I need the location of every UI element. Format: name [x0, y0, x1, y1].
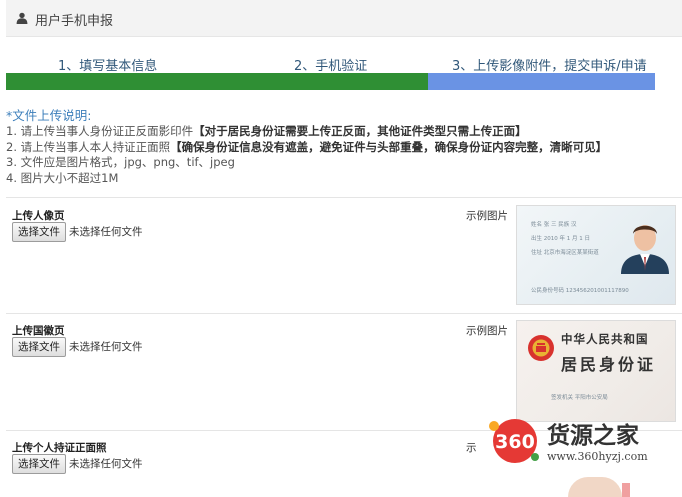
sample-image-holding-id [568, 477, 622, 497]
file-status: 未选择任何文件 [69, 226, 143, 238]
card-country-text: 中华人民共和国 [561, 332, 649, 346]
file-status: 未选择任何文件 [69, 341, 143, 353]
sample-image-id-back: 中华人民共和国 居民身份证 签发机关 平阳市公安局 [516, 320, 676, 422]
choose-file-button[interactable]: 选择文件 [12, 222, 66, 242]
page-header: 用户手机申报 [6, 0, 682, 37]
progress-current-step [428, 73, 655, 90]
choose-file-button[interactable]: 选择文件 [12, 454, 66, 474]
step-indicator: 1、填写基本信息 2、手机验证 3、上传影像附件，提交申诉/申请 [6, 55, 682, 74]
watermark: 360 货源之家 www.360hyzj.com [487, 416, 677, 468]
watermark-logo-icon: 360 [489, 419, 539, 463]
card-title-text: 居民身份证 [561, 355, 657, 374]
progress-bar [6, 73, 655, 90]
instruction-1: 1. 请上传当事人身份证正反面影印件【对于居民身份证需要上传正反面，其他证件类型… [6, 124, 527, 138]
step-1-label: 1、填写基本信息 [58, 59, 158, 74]
divider [6, 197, 682, 198]
portrait-photo-icon [621, 225, 669, 274]
sample-label: 示例图片 [466, 210, 508, 222]
divider [6, 313, 682, 314]
watermark-badge-text: 360 [495, 431, 535, 453]
choose-file-button[interactable]: 选择文件 [12, 337, 66, 357]
upload-holding-id-label: 上传个人持证正面照 [12, 442, 107, 454]
step-3-label: 3、上传影像附件，提交申诉/申请 [452, 59, 647, 74]
sample-image-edge [622, 483, 630, 497]
sample-image-id-front: 姓名 张 三 民族 汉 出生 2010 年 1 月 1 日 住址 北京市海淀区某… [516, 205, 676, 305]
watermark-title: 货源之家 [547, 423, 639, 449]
progress-completed [6, 73, 428, 90]
instruction-2: 2. 请上传当事人本人持证正面照【确保身份证信息没有遮盖，避免证件与头部重叠，确… [6, 139, 608, 154]
watermark-url: www.360hyzj.com [547, 450, 648, 463]
instruction-3: 3. 文件应是图片格式，jpg、png、tif、jpeg [6, 155, 235, 169]
instructions-heading: *文件上传说明: [6, 108, 92, 123]
sample-label: 示例图片 [466, 325, 508, 337]
user-icon [16, 12, 28, 24]
file-status: 未选择任何文件 [69, 458, 143, 470]
upload-instructions: *文件上传说明: 1. 请上传当事人身份证正反面影印件【对于居民身份证需要上传正… [6, 108, 676, 186]
upload-emblem-label: 上传国徽页 [12, 325, 65, 337]
sample-label: 示 [466, 442, 477, 454]
instruction-4: 4. 图片大小不超过1M [6, 170, 119, 185]
page-title: 用户手机申报 [35, 14, 114, 29]
upload-portrait-label: 上传人像页 [12, 210, 65, 222]
national-emblem-icon [528, 335, 554, 361]
step-2-label: 2、手机验证 [294, 59, 368, 74]
